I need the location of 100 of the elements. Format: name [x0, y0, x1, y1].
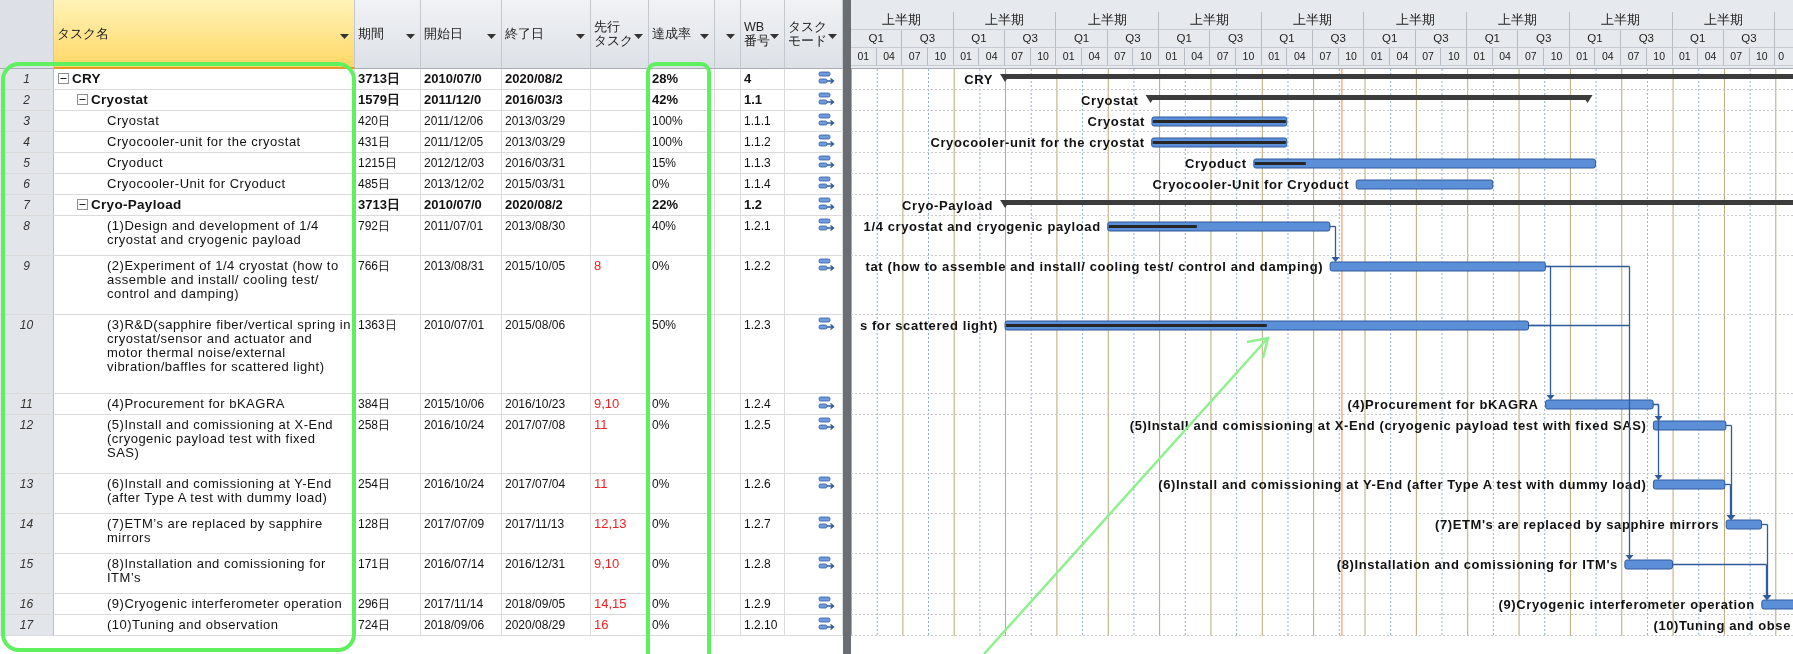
task-bar[interactable] [1725, 519, 1763, 530]
timescale-month: 04 [876, 48, 903, 66]
collapse-icon[interactable] [58, 73, 69, 84]
timescale-month: 10 [928, 48, 954, 66]
bar-label: tat (how to assemble and install/ cooling test/ control and damping) [865, 259, 1324, 274]
timescale-year: 上半期 [1056, 12, 1160, 30]
bar-label: Cryocooler-unit for the cryostat [930, 135, 1145, 150]
task-mode-icon [818, 197, 836, 212]
dropdown-icon[interactable] [726, 34, 735, 39]
collapse-icon[interactable] [77, 199, 88, 210]
summary-bar[interactable] [1145, 95, 1593, 103]
row-number: 9 [0, 256, 54, 314]
duration-text: 431日 [358, 135, 391, 149]
summary-bar[interactable] [1000, 74, 1793, 82]
timescale-month: 04 [979, 48, 1006, 66]
column-header[interactable]: WB 番号 [741, 0, 785, 69]
percent-complete: 0% [652, 477, 670, 491]
timescale-month: 04 [1595, 48, 1622, 66]
bar-label: (8)Installation and comissioning for ITM's [1336, 557, 1618, 572]
finish-date: 2013/08/30 [505, 219, 566, 233]
task-name: Cryocooler-unit for the cryostat [107, 135, 302, 149]
timescale-month: 10 [1441, 48, 1468, 66]
column-header[interactable]: タスク モード [785, 0, 843, 69]
duration-text: 254日 [358, 477, 391, 491]
dropdown-icon[interactable] [406, 34, 415, 39]
bar-label: (9)Cryogenic interferometer operation [1498, 597, 1755, 612]
dropdown-icon[interactable] [487, 34, 496, 39]
timescale-quarter: Q3 [1415, 30, 1468, 48]
finish-date: 2015/10/05 [505, 259, 566, 273]
column-header[interactable]: タスク名 [54, 0, 355, 69]
task-name: Cryostat [91, 93, 150, 107]
timescale-month: 10 [1030, 48, 1057, 66]
timescale-quarter: Q1 [1467, 30, 1519, 48]
percent-complete: 0% [652, 618, 670, 632]
percent-complete: 0% [652, 177, 670, 191]
dropdown-icon[interactable] [770, 34, 779, 39]
timescale-month: 10 [1749, 48, 1776, 66]
bar-label: Cryo-Payload [902, 198, 994, 213]
dropdown-icon[interactable] [828, 34, 837, 39]
start-date: 2015/10/06 [424, 397, 485, 411]
task-bar[interactable] [1652, 420, 1727, 431]
task-name: (6)Install and comissioning at Y-End (after Type A test with dummy load) [107, 477, 333, 505]
timescale-quarter: Q3 [1210, 30, 1262, 48]
timescale-quarter: Q3 [1518, 30, 1570, 48]
column-header[interactable]: 開始日 [421, 0, 502, 69]
column-header[interactable]: 達成率 [649, 0, 715, 69]
task-bar[interactable] [1652, 479, 1726, 490]
task-name: Cryostat [107, 114, 161, 128]
predecessor-text: 14,15 [594, 596, 627, 611]
dependency-arrow [1329, 225, 1340, 262]
timescale-month: 04 [1698, 48, 1724, 66]
duration-text: 3713日 [358, 197, 400, 212]
timescale-quarter: Q3 [902, 30, 954, 48]
row-number: 2 [0, 90, 54, 110]
collapse-icon[interactable] [77, 94, 88, 105]
timescale-month: 07 [1005, 48, 1031, 66]
percent-complete: 42% [652, 92, 679, 107]
task-bar[interactable] [1004, 320, 1529, 331]
dropdown-icon[interactable] [576, 34, 585, 39]
duration-text: 1215日 [358, 156, 397, 170]
start-date: 2010/07/01 [424, 318, 485, 332]
finish-date: 2013/03/29 [505, 114, 566, 128]
task-name: (7)ETM’s are replaced by sapphire mirrors [107, 517, 324, 545]
column-header[interactable]: 終了日 [502, 0, 591, 69]
start-date: 2010/07/0 [424, 71, 482, 86]
wbs-number: 1.1 [744, 92, 763, 107]
timescale-quarter: Q1 [1261, 30, 1314, 48]
timescale-month: 07 [1621, 48, 1647, 66]
dropdown-icon[interactable] [634, 34, 643, 39]
timescale-month: 10 [1133, 48, 1160, 66]
task-mode-icon [818, 258, 836, 273]
task-bar[interactable] [1151, 116, 1288, 127]
column-header[interactable]: 期間 [355, 0, 421, 69]
summary-bar[interactable] [1000, 200, 1793, 208]
row-number: 4 [0, 132, 54, 152]
start-date: 2011/12/05 [424, 135, 484, 149]
start-date: 2012/12/03 [424, 156, 485, 170]
task-name: (2)Experiment of 1/4 cryostat (how to assemble and install/ cooling test/ control and damping) [107, 259, 340, 301]
predecessor-text: 11 [594, 417, 608, 432]
column-header[interactable]: 先行 タスク [591, 0, 649, 69]
finish-date: 2016/12/31 [505, 557, 566, 571]
task-mode-icon [818, 155, 836, 170]
dropdown-icon[interactable] [700, 34, 709, 39]
timescale-quarter: Q1 [1056, 30, 1108, 48]
start-date: 2011/12/06 [424, 114, 484, 128]
finish-date: 2017/07/08 [505, 418, 566, 432]
finish-date: 2015/08/06 [505, 318, 566, 332]
percent-complete: 15% [652, 156, 677, 170]
timescale-year: 上半期 [1261, 12, 1365, 30]
row-number: 15 [0, 554, 54, 593]
start-date: 2010/07/0 [424, 197, 482, 212]
percent-complete: 28% [652, 71, 679, 86]
task-bar[interactable] [1107, 221, 1331, 232]
task-bar[interactable] [1151, 137, 1288, 148]
wbs-number: 1.1.2 [744, 135, 771, 149]
dropdown-icon[interactable] [340, 34, 349, 39]
timescale-month: 10 [1544, 48, 1570, 66]
task-bar[interactable] [1253, 158, 1596, 169]
wbs-number: 1.2.4 [744, 397, 771, 411]
timescale-month: 07 [1415, 48, 1442, 66]
